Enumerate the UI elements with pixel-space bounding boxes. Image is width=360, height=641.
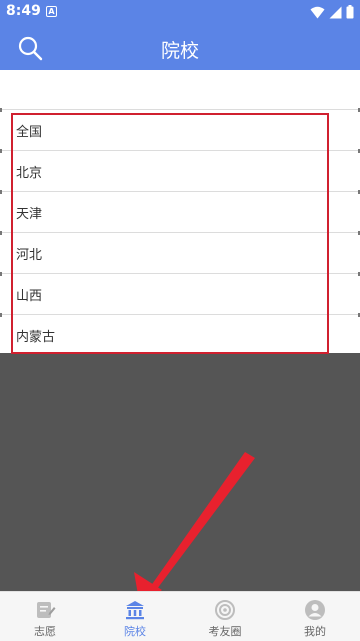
list-item-region[interactable]: 北京 [0,149,360,191]
status-bar: 8:49 A [0,0,360,24]
row-divider-tick [0,313,2,317]
wifi-icon [310,6,325,18]
tab-label: 院校 [124,625,146,638]
list-item-label: 内蒙古 [16,330,56,345]
user-icon [305,600,325,620]
list-item-label: 天津 [16,207,43,222]
status-a-icon: A [46,6,57,17]
dim-overlay[interactable] [0,353,360,591]
row-divider-tick [0,149,2,153]
tab-zhiyuan[interactable]: 志愿 [0,592,90,641]
row-divider-tick [0,272,2,276]
institution-icon [126,601,144,620]
list-item-label: 河北 [16,248,43,263]
status-time: 8:49 [6,3,41,19]
battery-icon [346,5,354,19]
tab-kaoyouquan[interactable]: 考友圈 [180,592,270,641]
region-list: 全国 北京 天津 河北 山西 内蒙古 [0,108,360,357]
list-item-label: 山西 [16,289,43,304]
tab-label: 志愿 [34,625,56,638]
tab-wode[interactable]: 我的 [270,592,360,641]
tab-label: 我的 [304,625,326,638]
signal-icon [329,6,342,18]
list-item-region[interactable]: 天津 [0,190,360,232]
target-circle-icon [215,600,235,620]
list-item-label: 全国 [16,125,43,140]
list-item-region[interactable]: 内蒙古 [0,313,360,357]
row-divider-tick [0,231,2,235]
list-item-region[interactable]: 河北 [0,231,360,273]
list-item-region[interactable]: 全国 [0,108,360,150]
list-item-region[interactable]: 山西 [0,272,360,314]
tab-yuanxiao[interactable]: 院校 [90,592,180,641]
status-icons [310,5,354,19]
form-edit-icon [37,602,56,618]
page-title: 院校 [160,40,199,62]
row-divider-tick [0,108,2,112]
bottom-tab-bar: 志愿 院校 考友圈 我的 [0,591,360,641]
row-divider-tick [0,190,2,194]
app-bar: 院校 [0,24,360,70]
tab-label: 考友圈 [208,625,242,638]
list-item-label: 北京 [16,166,43,181]
